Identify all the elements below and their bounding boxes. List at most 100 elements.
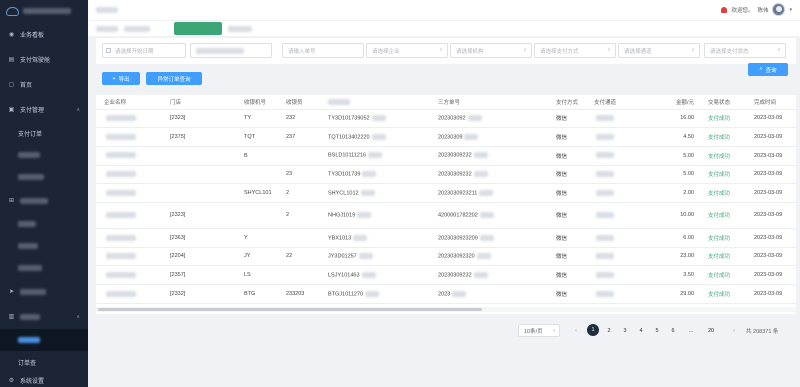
table-cell: 233203 xyxy=(278,284,320,304)
redacted-label xyxy=(18,152,40,158)
column-header[interactable]: 三方单号 xyxy=(430,95,548,110)
table-row[interactable]: [2323] TY 232 TY3D101739052 202303092 微信 16.00… xyxy=(96,109,796,129)
abnormal-order-button[interactable]: 异常订单查询 xyxy=(146,72,202,85)
search-button[interactable]: ⌕ 查询 xyxy=(748,63,788,76)
org-select[interactable]: 请选择机构 ∨ xyxy=(450,43,532,58)
total-count: 共 208371 条 xyxy=(746,328,779,335)
table-row[interactable]: 23 TY3D101739 20230309232 微信 5.00 支付成功 2023-03… xyxy=(96,165,796,185)
table-row[interactable]: [2323] 2 NHGJ1019 4200001782202 微信 10.00 支付成功 2… xyxy=(96,202,796,229)
sidebar-item-dashboard[interactable]: ◉ 业务看板 xyxy=(0,22,88,47)
sidebar-subitem-orders[interactable]: 支付订单 xyxy=(0,122,88,144)
page-size-value: 10条/页 xyxy=(524,328,543,335)
table-cell xyxy=(586,165,654,185)
table-cell: [2323] xyxy=(162,202,236,229)
table-cell xyxy=(96,228,162,248)
avatar[interactable] xyxy=(772,3,786,16)
redacted-label xyxy=(18,221,36,227)
payment-icon: ▣ xyxy=(8,107,15,113)
company-select[interactable]: 请选择企业 ∨ xyxy=(366,43,448,58)
user-name[interactable]: 陈伟 xyxy=(757,6,768,14)
table-row[interactable]: [2363] Y YBX1013 2023030923209 微信 6.00 支付成功 202… xyxy=(96,228,796,248)
table-row[interactable]: [2332] BTG 233203 BTGJ1011270 2023 微信 29.00 支付成… xyxy=(96,284,796,304)
date-start-placeholder: 请选择开始日期 xyxy=(115,48,154,55)
table-cell xyxy=(236,165,278,185)
table-row[interactable]: B BSLD10111216 20230309232 微信 5.00 支付成功 2023-0… xyxy=(96,146,796,166)
tab-redacted-2[interactable] xyxy=(124,26,150,32)
page-button-2[interactable]: 2 xyxy=(603,324,615,337)
column-header[interactable]: 门店 xyxy=(162,95,236,110)
sidebar-item-payment[interactable]: ▣ 支付管理 ∧ xyxy=(0,97,88,122)
sidebar-subitem-2[interactable] xyxy=(0,144,88,166)
home-icon: ▢ xyxy=(8,82,15,88)
redacted-text xyxy=(106,253,136,260)
sidebar-item-home[interactable]: ▢ 首页 xyxy=(0,72,88,97)
tab-redacted-1[interactable] xyxy=(96,26,118,32)
page-button-last[interactable]: 20 xyxy=(702,324,720,337)
table-cell xyxy=(162,165,236,185)
top-bar: 欢迎您。 陈伟 ▾ xyxy=(88,0,800,20)
column-header[interactable]: 支付通道 xyxy=(586,95,654,110)
column-header[interactable]: 支付方式 xyxy=(548,95,586,110)
order-no-input[interactable]: 请输入单号 xyxy=(282,43,364,58)
tab-redacted-3[interactable] xyxy=(228,26,252,32)
sidebar-item-group-b[interactable]: ➤ xyxy=(0,279,88,304)
tab-active[interactable] xyxy=(174,22,222,35)
redacted-text xyxy=(365,290,380,297)
sidebar-item-label: 首页 xyxy=(20,83,33,89)
sidebar-subitem-5[interactable] xyxy=(0,235,88,257)
export-button[interactable]: + 导出 xyxy=(102,72,140,85)
page-button-6[interactable]: 6 xyxy=(667,324,679,337)
table-row[interactable]: SHYCL101 2 SHYCL1012 2023030923211 微信 2.00 支付成… xyxy=(96,183,796,203)
sidebar-item-group-c[interactable]: ▥ ∧ xyxy=(0,304,88,329)
date-end-picker[interactable] xyxy=(190,43,272,58)
table-row[interactable]: [2357] LS LSJY101463 20230309232 微信 3.50 支付成功 2… xyxy=(96,265,796,285)
column-header-redacted[interactable] xyxy=(320,95,430,110)
table-cell: 20230309232 xyxy=(430,146,548,166)
page-size-select[interactable]: 10条/页 ∨ xyxy=(518,324,560,337)
page-ellipsis[interactable]: ... xyxy=(685,324,697,337)
horizontal-scrollbar[interactable] xyxy=(96,307,796,312)
sidebar-item-group-a[interactable]: ⊞ xyxy=(0,188,88,213)
table-cell xyxy=(96,183,162,203)
table-cell: TY3D101739052 xyxy=(320,109,430,129)
page-button-4[interactable]: 4 xyxy=(635,324,647,337)
column-header[interactable]: 交易状态 xyxy=(700,95,746,110)
table-cell: 29.00 xyxy=(654,284,700,304)
sidebar-subitem-6[interactable] xyxy=(0,257,88,279)
table-cell xyxy=(586,202,654,229)
sidebar-subitem-4[interactable] xyxy=(0,213,88,235)
column-header[interactable]: 收银机号 xyxy=(236,95,278,110)
column-header[interactable]: 完成时间 xyxy=(746,95,796,110)
table-cell: 2023-03-09 xyxy=(746,247,796,267)
table-cell: 10.00 xyxy=(654,202,700,229)
channel-placeholder: 请选择通道 xyxy=(624,48,652,55)
column-header[interactable]: 企业名称 xyxy=(96,95,162,110)
scrollbar-thumb[interactable] xyxy=(98,308,482,311)
prev-page-button[interactable]: ‹ xyxy=(570,324,582,337)
pay-status-select[interactable]: 请选择支付状态 ∨ xyxy=(704,43,786,58)
bell-icon[interactable] xyxy=(721,6,728,13)
redacted-label xyxy=(20,288,46,295)
column-header[interactable]: 收银员 xyxy=(278,95,320,110)
greeting-text: 欢迎您。 xyxy=(731,7,754,14)
sidebar-subitem-order-query[interactable]: 订单查 xyxy=(0,351,88,373)
chevron-down-icon[interactable]: ▾ xyxy=(789,7,792,13)
sidebar-subitem-active[interactable] xyxy=(0,329,88,351)
sidebar-item-settings[interactable]: ⚙ 系统设置 xyxy=(0,373,88,387)
channel-select[interactable]: 请选择通道 ∨ xyxy=(618,43,700,58)
next-page-button[interactable]: › xyxy=(728,324,740,337)
table-cell xyxy=(96,284,162,304)
date-start-picker[interactable]: 请选择开始日期 xyxy=(102,43,186,58)
sidebar-item-cockpit[interactable]: ▤ 支付驾驶舱 xyxy=(0,47,88,72)
sidebar-subitem-3[interactable] xyxy=(0,166,88,188)
table-cell xyxy=(96,265,162,285)
table-row[interactable]: [2375] TQT 237 TQT1013402220 20230309 微信 4.50 支… xyxy=(96,127,796,147)
table-cell: 23.00 xyxy=(654,247,700,267)
pay-method-select[interactable]: 请选择支付方式 ∨ xyxy=(534,43,616,58)
page-button-1[interactable]: 1 xyxy=(587,324,599,336)
page-button-5[interactable]: 5 xyxy=(651,324,663,337)
page-button-3[interactable]: 3 xyxy=(619,324,631,337)
column-header[interactable]: 金额/元 xyxy=(654,95,700,110)
table-row[interactable]: [2204] JY 22 JY3D01257 202303092320 微信 23.00 支付… xyxy=(96,247,796,267)
table-cell: 2023030923211 xyxy=(430,183,548,203)
